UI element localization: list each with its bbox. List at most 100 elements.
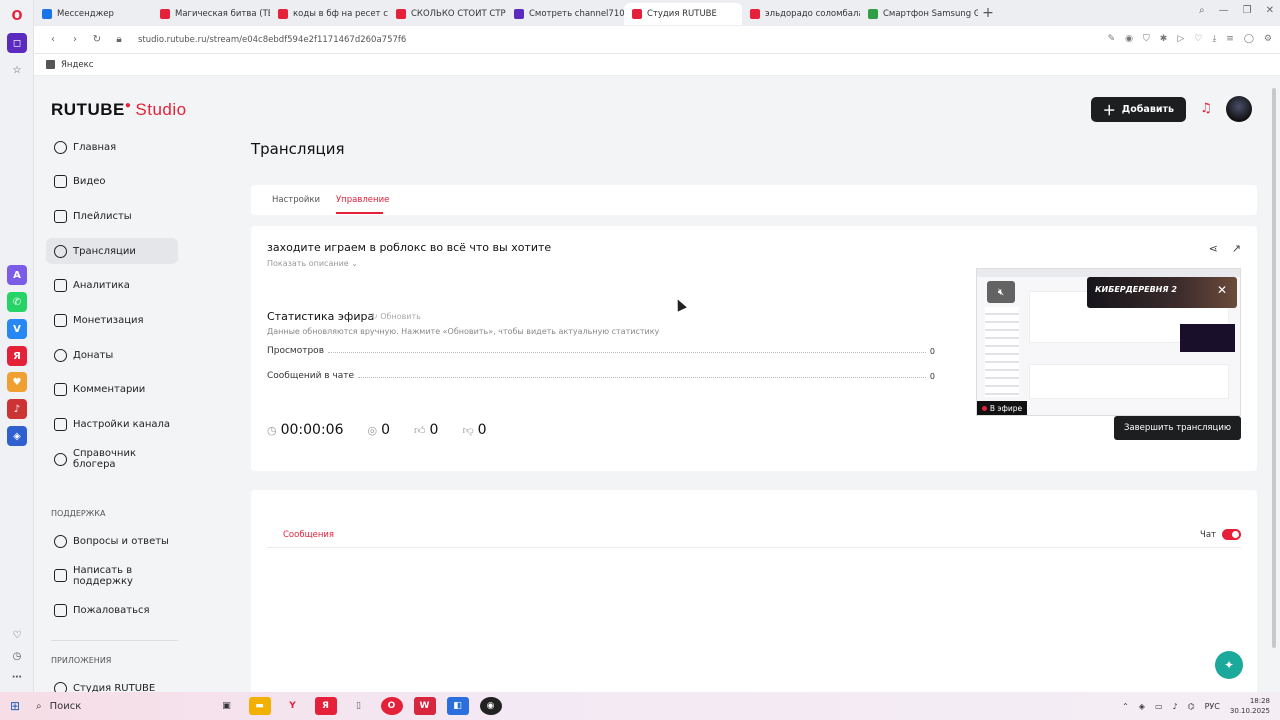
browser-tab[interactable]: Смотреть channel710523 [506, 3, 624, 25]
browser-tab[interactable]: СКОЛЬКО СТОИТ СТРЕЙ [388, 3, 506, 25]
settings-icon[interactable]: ⚙ [1264, 34, 1272, 44]
browser-tab[interactable]: Студия RUTUBE [624, 3, 742, 25]
shield-icon[interactable]: ⛉ [1143, 34, 1150, 44]
workspace-icon[interactable]: ◻ [7, 33, 27, 53]
reload-icon[interactable]: ↻ [86, 34, 108, 45]
rutube-studio-logo[interactable]: RUTUBE● Studio [51, 100, 187, 120]
browser-tab-label: Мессенджер [57, 9, 114, 19]
download-icon[interactable]: ⤓ [1212, 34, 1216, 44]
sidebar-item[interactable]: Плейлисты [46, 203, 178, 229]
sidebar-item[interactable]: Вопросы и ответы [46, 528, 178, 554]
add-button[interactable]: ＋ Добавить [1090, 96, 1186, 122]
opera-logo-icon[interactable]: O [7, 6, 27, 26]
sidebar-item[interactable]: Видео [46, 169, 178, 195]
explorer-icon[interactable]: ▬ [248, 697, 271, 715]
chevron-down-icon: ⌄ [351, 259, 358, 268]
refresh-button[interactable]: ↻ Обновить [371, 312, 421, 321]
browser-tab[interactable]: Мессенджер [34, 3, 152, 25]
browser-tab[interactable]: эльдорадо соломбала м [742, 3, 860, 25]
end-stream-button[interactable]: Завершить трансляцию [1113, 416, 1241, 440]
aria-icon[interactable]: A [7, 265, 27, 285]
search-tabs-icon[interactable]: ⌕ [1199, 5, 1205, 16]
show-description-link[interactable]: Показать описание ⌄ [267, 259, 358, 268]
opera-icon[interactable]: O [380, 697, 403, 715]
stream-preview[interactable]: КИБЕРДЕРЕВНЯ 2 ✕ 🔇︎ В эфире [976, 268, 1241, 416]
tray-app-icon[interactable]: ◈ [1139, 702, 1145, 711]
more-icon[interactable]: ⋯ [7, 667, 27, 687]
logo-dot-icon: ● [124, 100, 132, 111]
browser-tab[interactable]: Смартфон Samsung Gala [860, 3, 978, 25]
sidebar-item[interactable]: Трансляции [46, 238, 178, 265]
bell-icon[interactable]: ♫ [1198, 101, 1214, 117]
yandex-app-icon[interactable]: Я [314, 697, 337, 715]
heart-icon[interactable]: ♡ [7, 625, 27, 645]
sidebar-item[interactable]: Комментарии [46, 377, 178, 403]
yandex-browser-icon[interactable]: Y [282, 697, 304, 715]
sidebar-item[interactable]: Главная [46, 134, 178, 160]
tab-settings[interactable]: Настройки [272, 195, 320, 205]
url-field[interactable]: studio.rutube.ru/stream/e04c8ebdf594e2f1… [138, 35, 406, 45]
heart-app-icon[interactable]: ♥ [7, 372, 27, 392]
nav-divider [51, 640, 178, 641]
close-icon[interactable]: ✕ [1217, 283, 1227, 297]
sidebar-item[interactable]: Пожаловаться [46, 597, 178, 623]
taskbar-search[interactable]: ⌕ Поиск [30, 695, 210, 717]
play-icon[interactable]: ▷ [1177, 34, 1184, 44]
refresh-label: Обновить [380, 312, 421, 321]
app-window-icon[interactable]: ◧ [446, 697, 469, 715]
app-icon[interactable]: ◈ [7, 426, 27, 446]
browser-tab[interactable]: Магическая битва (ТВ Се [152, 3, 270, 25]
extension-icon[interactable]: ✱ [1160, 34, 1168, 44]
sidebar-item[interactable]: Донаты [46, 342, 178, 368]
history-icon[interactable]: ◷ [7, 646, 27, 666]
menu-icon[interactable]: ≡ [1226, 34, 1234, 44]
windows-start-icon[interactable]: ⊞ [0, 699, 30, 713]
vk-icon[interactable]: V [7, 319, 27, 339]
preview-banner[interactable]: КИБЕРДЕРЕВНЯ 2 [1087, 277, 1237, 308]
language-indicator[interactable]: РУС [1205, 702, 1220, 711]
whatsapp-icon[interactable]: ✆ [7, 292, 27, 312]
maximize-icon[interactable]: ❐ [1243, 5, 1252, 16]
battery-icon[interactable]: ▭ [1155, 702, 1163, 711]
avatar[interactable] [1226, 96, 1252, 122]
close-window-icon[interactable]: ✕ [1266, 5, 1274, 16]
sidebar-item[interactable]: Настройки канала [46, 412, 178, 438]
share-icon[interactable]: ⋖ [1209, 242, 1218, 255]
network-icon[interactable]: ⌬ [1188, 702, 1195, 711]
sidebar-item[interactable]: Справочник блогера [46, 446, 178, 472]
yandex-icon[interactable]: Я [7, 346, 27, 366]
mute-icon[interactable]: 🔇︎ [987, 281, 1015, 303]
external-link-icon[interactable]: ↗ [1232, 242, 1241, 255]
dislikes-count: 0 [477, 422, 487, 438]
tab-messages[interactable]: Сообщения [283, 530, 334, 540]
favorite-icon[interactable]: ♡ [1194, 34, 1202, 44]
page-scrollbar[interactable] [1268, 76, 1280, 692]
edit-icon[interactable]: ✎ [1108, 34, 1116, 44]
sidebar-item[interactable]: Написать в поддержку [46, 563, 178, 589]
volume-icon[interactable]: ♪ [1173, 702, 1178, 711]
back-icon[interactable]: ‹ [42, 34, 64, 45]
bookmark-yandex[interactable]: Яндекс [61, 60, 93, 70]
camera-icon[interactable]: ◉ [1125, 34, 1133, 44]
chevron-up-icon[interactable]: ⌃ [1122, 702, 1129, 711]
tab-management[interactable]: Управление [336, 195, 389, 205]
account-icon[interactable]: ◯ [1244, 34, 1254, 44]
minimize-icon[interactable]: — [1219, 5, 1229, 16]
forward-icon[interactable]: › [64, 34, 86, 45]
file-icon[interactable]: ▯ [348, 697, 370, 715]
new-tab-icon[interactable]: + [978, 5, 998, 21]
browser-tab[interactable]: коды в бф на ресет стато [270, 3, 388, 25]
sidebar-item[interactable]: Студия RUTUBE [46, 675, 178, 692]
task-view-icon[interactable]: ▣ [216, 697, 238, 715]
clock[interactable]: 18:28 30.10.2025 [1230, 696, 1270, 716]
browser-tab-label: Смотреть channel710523 [529, 9, 624, 19]
scrollbar-thumb[interactable] [1272, 88, 1276, 648]
pin-icon[interactable]: ☆ [7, 60, 27, 80]
chat-toggle[interactable] [1222, 529, 1241, 540]
wps-icon[interactable]: W [413, 697, 436, 715]
music-icon[interactable]: ♪ [7, 399, 27, 419]
sidebar-item[interactable]: Монетизация [46, 307, 178, 333]
help-chat-icon[interactable]: ✦ [1215, 651, 1243, 679]
obs-icon[interactable]: ◉ [479, 697, 502, 715]
sidebar-item[interactable]: Аналитика [46, 273, 178, 299]
